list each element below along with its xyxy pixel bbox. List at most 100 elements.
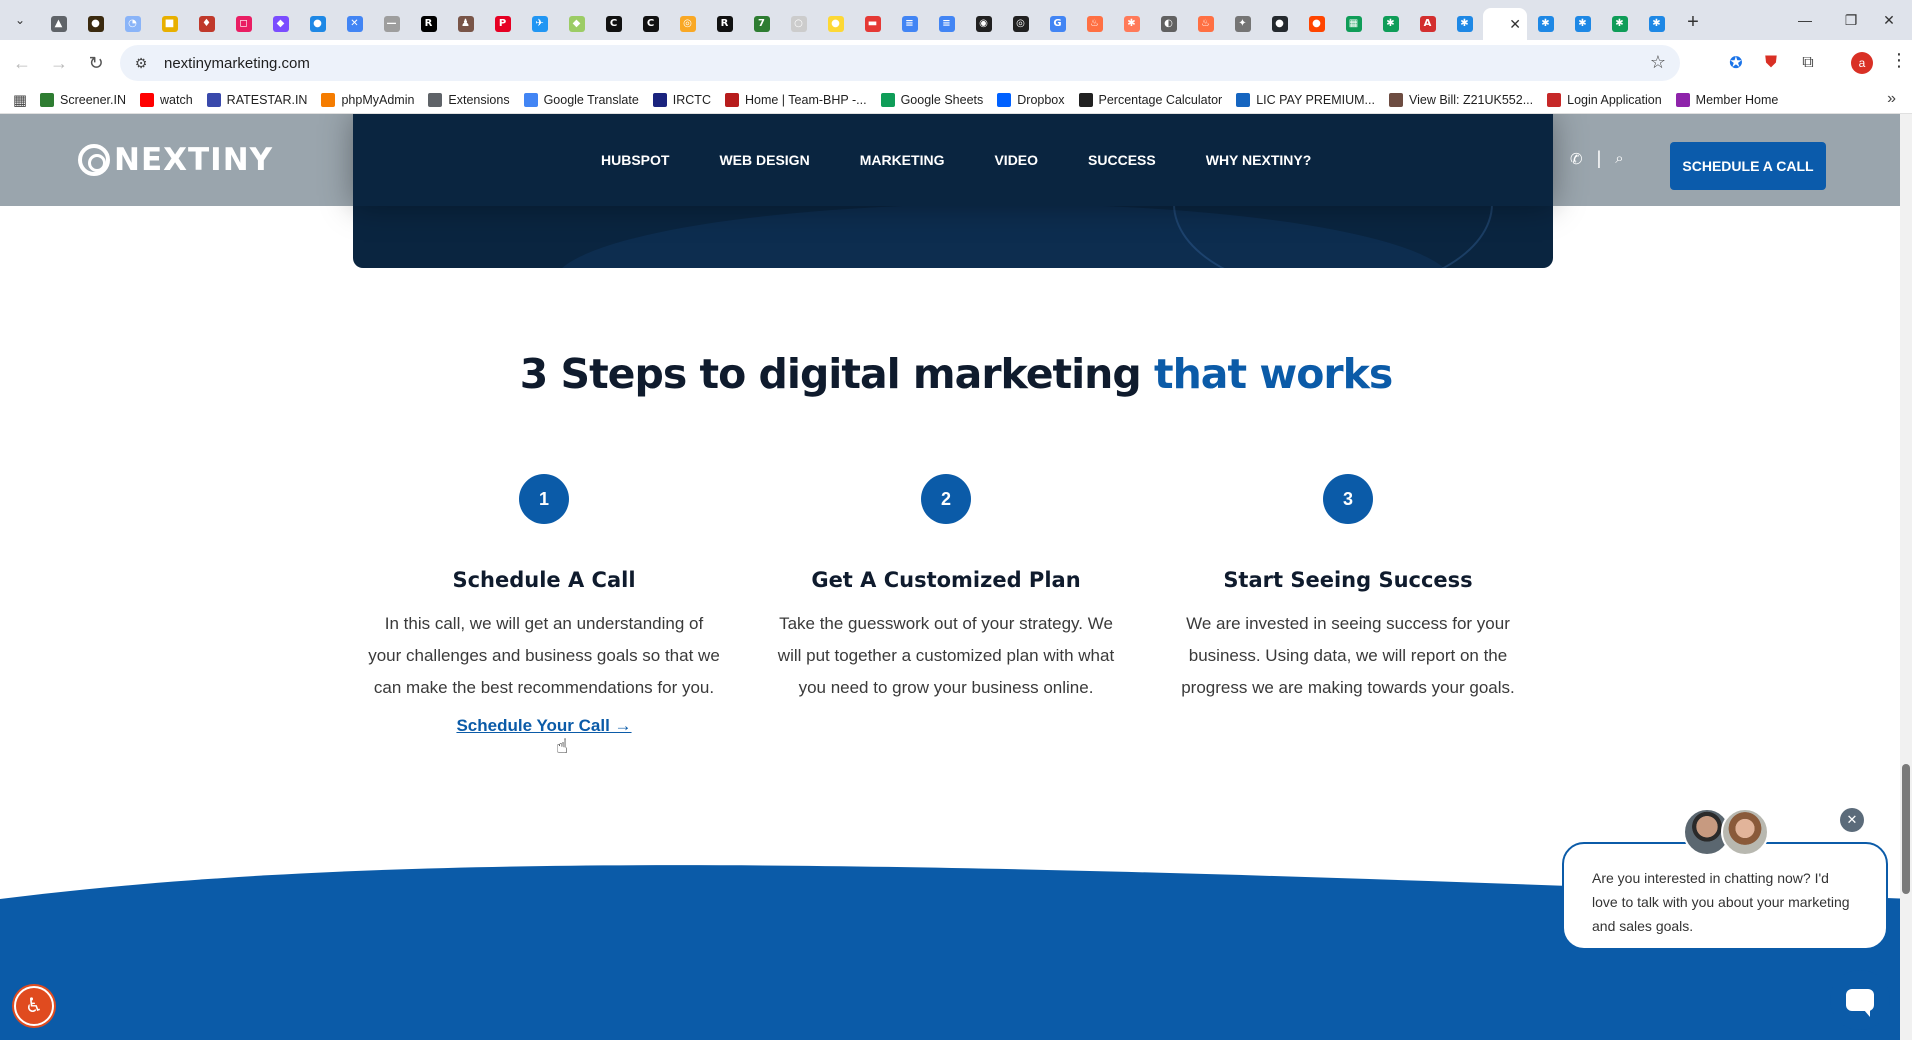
browser-tab[interactable]: ▦ [1335, 8, 1372, 40]
browser-tab[interactable]: C [595, 8, 632, 40]
browser-tab[interactable]: ✕ [336, 8, 373, 40]
browser-tab[interactable]: ▲ [40, 8, 77, 40]
page-scrollbar[interactable] [1900, 114, 1912, 1040]
chat-close-icon[interactable]: ✕ [1840, 808, 1864, 832]
reload-icon[interactable]: ↻ [81, 48, 111, 78]
browser-tab[interactable]: ◎ [669, 8, 706, 40]
tab-search-chevron-icon[interactable]: ⌄ [0, 0, 40, 40]
browser-tab[interactable]: ✱ [1446, 8, 1483, 40]
browser-tab[interactable]: ● [817, 8, 854, 40]
bookmark-label: Member Home [1695, 92, 1779, 107]
browser-tab[interactable]: P [484, 8, 521, 40]
browser-tab[interactable]: ● [1298, 8, 1335, 40]
back-icon[interactable]: ← [7, 48, 37, 78]
browser-tab[interactable]: ● [1261, 8, 1298, 40]
nav-hubspot[interactable]: HUBSPOT [601, 152, 669, 168]
nav-success[interactable]: SUCCESS [1088, 152, 1156, 168]
extensions-puzzle-icon[interactable]: ⧉ [1795, 50, 1821, 76]
browser-tab[interactable]: ≡ [928, 8, 965, 40]
browser-tab[interactable]: ◆ [558, 8, 595, 40]
forward-icon[interactable]: → [44, 48, 74, 78]
scrollbar-thumb[interactable] [1902, 764, 1910, 894]
browser-tab[interactable]: ♨ [1187, 8, 1224, 40]
browser-tab[interactable]: A [1409, 8, 1446, 40]
tab-active[interactable]: ✕ [1483, 8, 1527, 40]
bookmark-item[interactable]: RATESTAR.IN [206, 92, 307, 107]
browser-tab[interactable]: ♨ [1076, 8, 1113, 40]
browser-tab[interactable]: ● [299, 8, 336, 40]
search-icon[interactable]: ⌕ [1615, 150, 1623, 167]
browser-tab[interactable]: ◉ [965, 8, 1002, 40]
browser-tab[interactable]: ≡ [891, 8, 928, 40]
browser-tab[interactable]: ✱ [1601, 8, 1638, 40]
browser-tab[interactable]: — [373, 8, 410, 40]
profile-avatar[interactable]: a [1851, 52, 1873, 74]
window-close-icon[interactable]: ✕ [1866, 0, 1912, 40]
site-logo[interactable]: NEXTINY [78, 142, 273, 178]
bookmark-item[interactable]: View Bill: Z21UK552... [1388, 92, 1533, 107]
site-info-icon[interactable]: ⚙ [126, 55, 156, 72]
new-tab-button[interactable]: + [1675, 11, 1711, 34]
browser-tab[interactable]: ✱ [1527, 8, 1564, 40]
browser-tab[interactable]: 7 [743, 8, 780, 40]
bookmark-item[interactable]: Home | Team-BHP -... [724, 92, 867, 107]
bookmark-item[interactable]: Google Sheets [880, 92, 983, 107]
browser-tab[interactable]: ♦ [188, 8, 225, 40]
browser-tab[interactable]: ♟ [447, 8, 484, 40]
browser-tab[interactable]: ◔ [114, 8, 151, 40]
bookmark-item[interactable]: Google Translate [523, 92, 639, 107]
browser-tab[interactable]: ◎ [1002, 8, 1039, 40]
tab-favicon-icon: ≡ [901, 16, 918, 32]
bookmark-star-icon[interactable]: ☆ [1650, 52, 1666, 73]
shield-extension-icon[interactable]: ⛊ [1758, 50, 1784, 76]
nav-video[interactable]: VIDEO [994, 152, 1038, 168]
browser-tab[interactable]: ◐ [1150, 8, 1187, 40]
bookmark-item[interactable]: Extensions [428, 92, 510, 107]
nav-marketing[interactable]: MARKETING [860, 152, 945, 168]
minimize-icon[interactable]: — [1782, 0, 1828, 40]
phone-icon[interactable]: ✆ [1570, 150, 1583, 168]
bookmark-item[interactable]: Login Application [1547, 92, 1662, 107]
browser-tab[interactable]: ○ [780, 8, 817, 40]
chat-prompt[interactable]: Are you interested in chatting now? I'd … [1562, 842, 1888, 950]
browser-tab[interactable]: ■ [151, 8, 188, 40]
accessibility-icon[interactable]: ♿ [14, 986, 54, 1026]
bookmark-item[interactable]: watch [140, 92, 193, 107]
address-bar[interactable]: ⚙ nextinymarketing.com ☆ [120, 45, 1680, 81]
nav-why-nextiny[interactable]: WHY NEXTINY? [1206, 152, 1312, 168]
bookmark-item[interactable]: phpMyAdmin [321, 92, 414, 107]
chat-launcher-button[interactable] [1830, 970, 1890, 1030]
browser-tab[interactable]: ✈ [521, 8, 558, 40]
browser-tab[interactable]: ● [77, 8, 114, 40]
tab-favicon-icon: ● [827, 16, 844, 32]
step-title: Start Seeing Success [1223, 568, 1473, 592]
browser-tab[interactable]: ✱ [1564, 8, 1601, 40]
browser-tab[interactable]: ✱ [1372, 8, 1409, 40]
bookmark-item[interactable]: Screener.IN [40, 92, 126, 107]
browser-tab[interactable]: ✦ [1224, 8, 1261, 40]
browser-tab[interactable]: ✱ [1638, 8, 1675, 40]
extension-icon[interactable]: ✪ [1723, 50, 1749, 76]
bookmarks-bar: ▦ Screener.IN watch RATESTAR.IN phpMyAdmin E… [0, 86, 1912, 114]
browser-tab[interactable]: C [632, 8, 669, 40]
browser-tab[interactable]: R [706, 8, 743, 40]
browser-tab[interactable]: ✱ [1113, 8, 1150, 40]
schedule-call-button[interactable]: SCHEDULE A CALL [1670, 142, 1826, 190]
browser-tab[interactable]: ◻ [225, 8, 262, 40]
browser-tab[interactable]: ▬ [854, 8, 891, 40]
bookmark-item[interactable]: Percentage Calculator [1078, 92, 1222, 107]
close-tab-icon[interactable]: ✕ [1509, 16, 1521, 33]
bookmark-item[interactable]: LIC PAY PREMIUM... [1236, 92, 1375, 107]
bookmark-item[interactable]: Member Home [1675, 92, 1779, 107]
bookmark-item[interactable]: IRCTC [652, 92, 711, 107]
browser-tab[interactable]: R [410, 8, 447, 40]
schedule-your-call-link[interactable]: Schedule Your Call → [456, 716, 631, 736]
apps-grid-icon[interactable]: ▦ [0, 91, 40, 109]
bookmarks-overflow-icon[interactable]: » [1887, 90, 1896, 108]
browser-menu-icon[interactable]: ⋮ [1890, 50, 1908, 71]
url-text[interactable]: nextinymarketing.com [164, 55, 310, 72]
nav-web-design[interactable]: WEB DESIGN [719, 152, 809, 168]
bookmark-item[interactable]: Dropbox [997, 92, 1065, 107]
browser-tab[interactable]: ◆ [262, 8, 299, 40]
browser-tab[interactable]: G [1039, 8, 1076, 40]
